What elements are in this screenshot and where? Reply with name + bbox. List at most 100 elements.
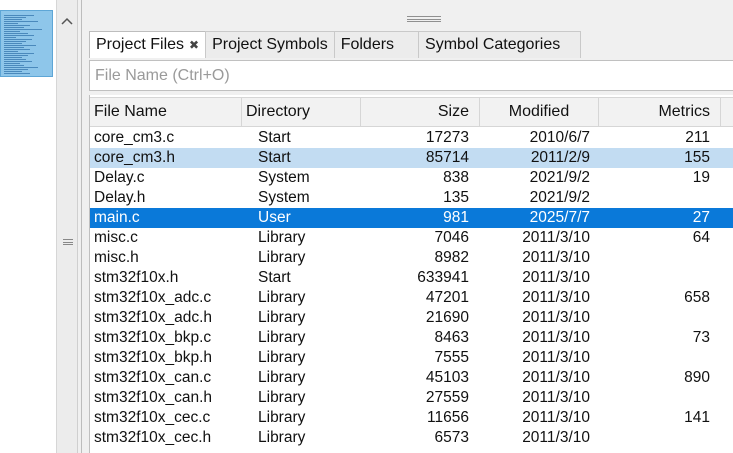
directory-cell: Library xyxy=(258,249,306,266)
file-name-cell: core_cm3.c xyxy=(94,129,175,146)
file-name-cell: stm32f10x_can.h xyxy=(94,389,213,406)
directory-cell: Library xyxy=(258,229,306,246)
modified-cell: 2011/3/10 xyxy=(522,329,590,346)
minimap-line xyxy=(4,17,26,18)
size-cell: 6573 xyxy=(434,429,469,446)
table-row[interactable]: core_cm3.c Start 17273 2010/6/7 211 xyxy=(90,128,733,148)
file-name-cell: stm32f10x_adc.c xyxy=(94,289,212,306)
minimap-line xyxy=(4,31,20,32)
modified-cell: 2011/3/10 xyxy=(522,309,590,326)
metrics-cell: 27 xyxy=(692,209,710,226)
file-table: File Name Directory Size Modified Metric… xyxy=(89,95,733,453)
minimap-line xyxy=(4,61,32,62)
metrics-cell: 155 xyxy=(684,149,710,166)
metrics-cell: 211 xyxy=(685,129,710,146)
table-row[interactable]: core_cm3.h Start 85714 2011/2/9 155 xyxy=(90,148,733,168)
column-header-metrics[interactable]: Metrics xyxy=(599,98,721,126)
close-icon[interactable]: ✖ xyxy=(189,38,199,52)
metrics-cell: 141 xyxy=(684,409,710,426)
modified-cell: 2025/7/7 xyxy=(529,209,590,226)
table-row[interactable]: Delay.c System 838 2021/9/2 19 xyxy=(90,168,733,188)
table-row[interactable]: stm32f10x.h Start 633941 2011/3/10 xyxy=(90,268,733,288)
directory-cell: System xyxy=(258,189,310,206)
minimap-line xyxy=(4,45,36,46)
minimap-line xyxy=(4,65,24,66)
file-name-cell: stm32f10x_bkp.h xyxy=(94,349,213,366)
minimap-line xyxy=(4,25,30,26)
table-row[interactable]: misc.c Library 7046 2011/3/10 64 xyxy=(90,228,733,248)
table-header: File Name Directory Size Modified Metric… xyxy=(90,97,733,127)
minimap-line xyxy=(4,51,18,52)
table-row[interactable]: main.c User 981 2025/7/7 27 xyxy=(90,208,733,228)
directory-cell: Library xyxy=(258,329,306,346)
modified-cell: 2011/3/10 xyxy=(522,429,590,446)
tab-bar: Project Files ✖ Project Symbols Folders … xyxy=(89,31,582,58)
metrics-cell: 19 xyxy=(692,169,710,186)
table-row[interactable]: Delay.h System 135 2021/9/2 xyxy=(90,188,733,208)
minimap-line xyxy=(4,33,28,34)
splitter-grip-icon[interactable] xyxy=(63,239,73,245)
table-row[interactable]: stm32f10x_adc.c Library 47201 2011/3/10 658 xyxy=(90,288,733,308)
column-header-directory[interactable]: Directory xyxy=(242,98,361,126)
directory-cell: Start xyxy=(258,129,291,146)
file-name-search-input[interactable] xyxy=(95,66,733,85)
minimap-line xyxy=(4,27,24,28)
table-row[interactable]: misc.h Library 8982 2011/3/10 xyxy=(90,248,733,268)
minimap-line xyxy=(4,37,16,38)
modified-cell: 2011/3/10 xyxy=(522,289,590,306)
tab-folders[interactable]: Folders xyxy=(333,31,420,58)
file-name-cell: stm32f10x_adc.h xyxy=(94,309,213,326)
directory-cell: Library xyxy=(258,309,306,326)
table-row[interactable]: stm32f10x_bkp.c Library 8463 2011/3/10 73 xyxy=(90,328,733,348)
file-name-cell: misc.h xyxy=(94,249,139,266)
minimap-line xyxy=(4,49,30,50)
minimap-line xyxy=(4,43,22,44)
chevron-up-icon xyxy=(61,17,73,25)
metrics-cell: 73 xyxy=(692,329,710,346)
modified-cell: 2011/3/10 xyxy=(522,349,590,366)
table-row[interactable]: stm32f10x_cec.c Library 11656 2011/3/10 141 xyxy=(90,408,733,428)
table-body: core_cm3.c Start 17273 2010/6/7 211 core_cm3.… xyxy=(90,128,733,448)
vertical-scrollbar[interactable] xyxy=(56,0,78,453)
panel-drag-grip-icon[interactable] xyxy=(407,16,441,22)
size-cell: 8463 xyxy=(434,329,469,346)
tab-project-symbols[interactable]: Project Symbols xyxy=(205,31,335,58)
table-row[interactable]: stm32f10x_can.c Library 45103 2011/3/10 890 xyxy=(90,368,733,388)
minimap-line xyxy=(4,21,38,22)
minimap-line xyxy=(4,29,42,30)
column-header-modified[interactable]: Modified xyxy=(480,98,599,126)
minimap-line xyxy=(4,35,34,36)
minimap-line xyxy=(4,47,24,48)
size-cell: 838 xyxy=(443,169,469,186)
modified-cell: 2011/3/10 xyxy=(522,249,590,266)
table-row[interactable]: stm32f10x_bkp.h Library 7555 2011/3/10 xyxy=(90,348,733,368)
modified-cell: 2010/6/7 xyxy=(529,129,590,146)
file-name-cell: stm32f10x_cec.h xyxy=(94,429,212,446)
file-name-cell: stm32f10x_bkp.c xyxy=(94,329,212,346)
file-name-cell: stm32f10x_can.c xyxy=(94,369,212,386)
column-header-file-name[interactable]: File Name xyxy=(90,98,242,126)
table-row[interactable]: stm32f10x_adc.h Library 21690 2011/3/10 xyxy=(90,308,733,328)
directory-cell: Library xyxy=(258,429,306,446)
file-name-cell: stm32f10x.h xyxy=(94,269,179,286)
minimap-line xyxy=(4,19,22,20)
tab-label: Project Files xyxy=(96,36,185,53)
minimap-viewport[interactable] xyxy=(0,10,53,77)
directory-cell: Library xyxy=(258,409,306,426)
directory-cell: Library xyxy=(258,369,306,386)
size-cell: 981 xyxy=(443,209,469,226)
size-cell: 135 xyxy=(443,189,469,206)
tab-project-files[interactable]: Project Files ✖ xyxy=(89,31,207,58)
scroll-up-button[interactable] xyxy=(57,10,77,32)
metrics-cell: 658 xyxy=(684,289,710,306)
column-header-size[interactable]: Size xyxy=(361,98,480,126)
minimap-line xyxy=(4,41,26,42)
table-row[interactable]: stm32f10x_cec.h Library 6573 2011/3/10 xyxy=(90,428,733,448)
table-row[interactable]: stm32f10x_can.h Library 27559 2011/3/10 xyxy=(90,388,733,408)
tab-label: Project Symbols xyxy=(212,36,328,53)
modified-cell: 2011/3/10 xyxy=(522,369,590,386)
minimap-line xyxy=(4,23,18,24)
size-cell: 47201 xyxy=(425,289,469,306)
tab-symbol-categories[interactable]: Symbol Categories xyxy=(418,31,582,58)
size-cell: 27559 xyxy=(425,389,469,406)
